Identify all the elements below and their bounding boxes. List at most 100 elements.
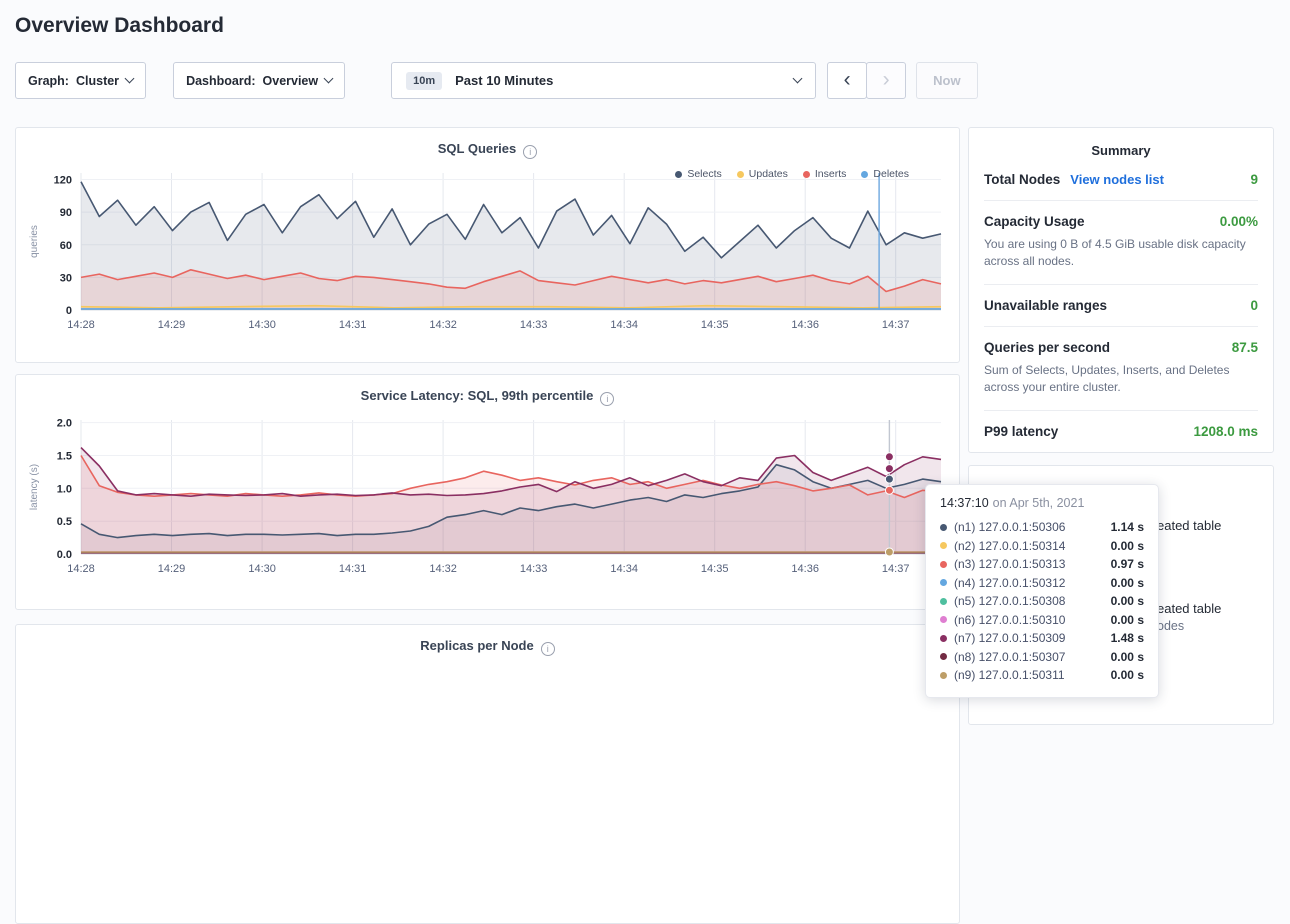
page-title: Overview Dashboard [15,14,1275,38]
info-icon[interactable]: i [600,392,614,406]
svg-text:14:37: 14:37 [881,319,909,331]
dashboard-select-dropdown[interactable]: Dashboard: Overview [173,62,345,99]
view-nodes-list-link[interactable]: View nodes list [1070,172,1164,187]
chevron-down-icon [125,74,135,84]
series-dot-icon [940,616,947,623]
svg-text:30: 30 [59,272,71,284]
tooltip-node-row: (n9) 127.0.0.1:50311 0.00 s [940,666,1144,685]
capacity-usage-value: 0.00% [1220,214,1258,229]
tooltip-node-value: 0.00 s [1111,668,1144,682]
svg-text:0.0: 0.0 [56,549,71,561]
svg-text:1.0: 1.0 [56,483,71,495]
chart-hover-tooltip: 14:37:10on Apr 5th, 2021 (n1) 127.0.0.1:… [925,484,1159,698]
event-item-text[interactable]: eated table [1157,518,1221,533]
legend-dot-icon [803,171,810,178]
tooltip-node-value: 0.00 s [1111,594,1144,608]
tooltip-date: on Apr 5th, 2021 [993,496,1085,510]
legend-dot-icon [675,171,682,178]
svg-text:60: 60 [59,240,71,252]
chart-title-row: SQL Queries i [16,128,959,159]
tooltip-node-label: (n1) 127.0.0.1:50306 [954,520,1065,534]
dashboard-dropdown-value: Overview [263,74,319,88]
svg-text:14:30: 14:30 [248,319,276,331]
svg-text:120: 120 [53,175,71,187]
time-nav-group: ‹ › [827,62,906,99]
svg-text:0.5: 0.5 [56,516,71,528]
series-dot-icon [940,672,947,679]
tooltip-rows: (n1) 127.0.0.1:50306 1.14 s (n2) 127.0.0.1… [940,518,1144,685]
svg-text:14:28: 14:28 [67,563,95,575]
unavailable-ranges-value: 0 [1250,298,1258,313]
time-range-badge: 10m [406,72,442,90]
legend-item-updates[interactable]: Updates [737,168,788,180]
info-icon[interactable]: i [523,145,537,159]
chevron-down-icon [324,74,334,84]
total-nodes-label: Total Nodes [984,172,1060,187]
info-icon[interactable]: i [541,642,555,656]
time-range-selector[interactable]: 10m Past 10 Minutes [391,62,816,99]
svg-text:14:34: 14:34 [610,319,638,331]
tooltip-node-row: (n6) 127.0.0.1:503100.00 s [940,611,1144,630]
sql-queries-chart[interactable]: 14:28 14:29 14:30 14:31 14:32 14:33 14:34 14:35… [25,159,951,334]
series-dot-icon [940,653,947,660]
legend-dot-icon [861,171,868,178]
replicas-chart-title: Replicas per Node [420,638,533,653]
replicas-per-node-chart-card: Replicas per Node i [15,624,960,924]
svg-text:14:35: 14:35 [700,319,728,331]
tooltip-node-value: 0.00 s [1111,576,1144,590]
legend-item-deletes[interactable]: Deletes [861,168,909,180]
tooltip-node-label: (n9) 127.0.0.1:50311 [954,668,1065,682]
tooltip-node-label: (n7) 127.0.0.1:50309 [954,631,1065,645]
tooltip-node-row: (n5) 127.0.0.1:50308 0.00 s [940,592,1144,611]
svg-text:14:34: 14:34 [610,563,638,575]
overview-dashboard-page: Overview Dashboard Graph: Cluster Dashbo… [0,14,1290,924]
series-dot-icon [940,635,947,642]
legend-item-inserts[interactable]: Inserts [803,168,847,180]
svg-text:14:32: 14:32 [429,319,457,331]
charts-column: SQL Queries i Selects Updates Inserts Delete… [15,127,960,924]
svg-text:14:33: 14:33 [519,563,547,575]
tooltip-node-value: 0.00 s [1111,539,1144,553]
graph-scope-dropdown[interactable]: Graph: Cluster [15,62,146,99]
series-dot-icon [940,579,947,586]
event-item-text[interactable]: eated table [1157,601,1221,616]
time-prev-button[interactable]: ‹ [827,62,867,99]
p99-latency-label: P99 latency [984,424,1058,439]
queries-per-second-label: Queries per second [984,340,1110,355]
svg-text:14:37: 14:37 [881,563,909,575]
time-next-button[interactable]: › [866,62,906,99]
tooltip-node-label: (n2) 127.0.0.1:50314 [954,539,1065,553]
dashboard-dropdown-label: Dashboard: [186,74,255,88]
graph-dropdown-value: Cluster [76,74,119,88]
svg-text:14:36: 14:36 [791,563,819,575]
legend-item-selects[interactable]: Selects [675,168,721,180]
time-range-label: Past 10 Minutes [455,73,553,88]
tooltip-node-label: (n8) 127.0.0.1:50307 [954,650,1065,664]
event-item-subtext: odes [1157,619,1184,633]
now-button[interactable]: Now [916,62,977,99]
tooltip-node-row: (n1) 127.0.0.1:50306 1.14 s [940,518,1144,537]
svg-text:14:28: 14:28 [67,319,95,331]
svg-text:queries: queries [29,225,40,258]
service-latency-chart-card: Service Latency: SQL, 99th percentilei 1… [15,374,960,610]
tooltip-node-value: 0.97 s [1111,557,1144,571]
unavailable-ranges-label: Unavailable ranges [984,298,1107,313]
svg-text:14:29: 14:29 [157,319,185,331]
svg-text:14:29: 14:29 [157,563,185,575]
tooltip-node-value: 1.14 s [1111,520,1144,534]
svg-text:14:31: 14:31 [338,319,366,331]
queries-per-second-value: 87.5 [1232,340,1258,355]
svg-text:latency (s): latency (s) [29,464,40,510]
svg-text:14:33: 14:33 [519,319,547,331]
dashboard-toolbar: Graph: Cluster Dashboard: Overview 10m P… [15,62,1275,99]
tooltip-node-value: 0.00 s [1111,613,1144,627]
queries-per-second-description: Sum of Selects, Updates, Inserts, and De… [984,362,1246,397]
graph-dropdown-label: Graph: [28,74,69,88]
series-dot-icon [940,598,947,605]
tooltip-node-label: (n5) 127.0.0.1:50308 [954,594,1065,608]
tooltip-node-label: (n3) 127.0.0.1:50313 [954,557,1065,571]
total-nodes-value: 9 [1250,172,1258,187]
svg-text:14:35: 14:35 [700,563,728,575]
sql-queries-chart-title: SQL Queries [438,141,517,156]
service-latency-chart[interactable]: 14:2814:2914:3014:3114:3214:3314:3414:35… [25,406,951,578]
